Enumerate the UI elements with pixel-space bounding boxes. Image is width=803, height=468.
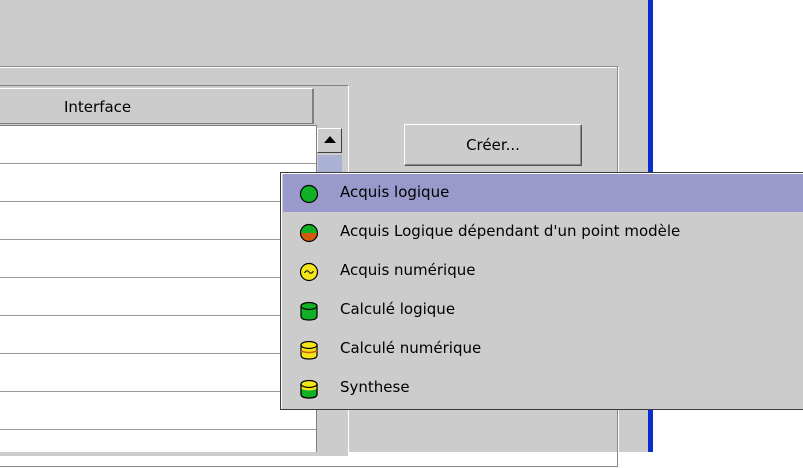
table-row[interactable]	[0, 392, 316, 430]
menu-item-label: Synthese	[340, 378, 410, 396]
menu-item-label: Acquis logique	[340, 183, 450, 201]
menu-item-label: Acquis numérique	[340, 261, 476, 279]
table-header: Interface	[0, 88, 317, 126]
arrow-up-icon	[324, 136, 336, 143]
menu-item-calcule-logique[interactable]: Calculé logique	[283, 291, 803, 329]
table-row[interactable]	[0, 316, 316, 354]
scroll-up-button[interactable]	[317, 128, 342, 153]
menu-item-label: Calculé logique	[340, 300, 456, 318]
table-row[interactable]	[0, 354, 316, 392]
menu-item-calcule-numerique[interactable]: Calculé numérique	[283, 330, 803, 368]
popup-menu: Acquis logique Acquis Logique dépendant …	[280, 172, 803, 410]
yellow-cylinder-icon	[300, 340, 318, 360]
table-row[interactable]	[0, 240, 316, 278]
menu-item-label: Calculé numérique	[340, 339, 482, 357]
green-cylinder-icon	[300, 301, 318, 321]
menu-item-synthese[interactable]: Synthese	[283, 369, 803, 407]
green-orange-circle-icon	[299, 223, 319, 243]
yellow-circle-icon	[299, 262, 319, 282]
table-row[interactable]	[0, 202, 316, 240]
yellow-green-cylinder-icon	[300, 379, 318, 399]
column-header-interface[interactable]: Interface	[0, 88, 314, 124]
green-circle-icon	[299, 184, 319, 204]
menu-item-acquis-numerique[interactable]: Acquis numérique	[283, 252, 803, 290]
table-body[interactable]	[0, 126, 316, 452]
table-row[interactable]	[0, 126, 316, 164]
create-button[interactable]: Créer...	[404, 124, 582, 166]
menu-item-acquis-logique-dependant[interactable]: Acquis Logique dépendant d'un point modè…	[283, 213, 803, 251]
table-row[interactable]	[0, 164, 316, 202]
menu-item-label: Acquis Logique dépendant d'un point modè…	[340, 222, 681, 240]
table-row[interactable]	[0, 278, 316, 316]
column-header-label: Interface	[64, 98, 132, 116]
menu-item-acquis-logique[interactable]: Acquis logique	[283, 174, 803, 212]
